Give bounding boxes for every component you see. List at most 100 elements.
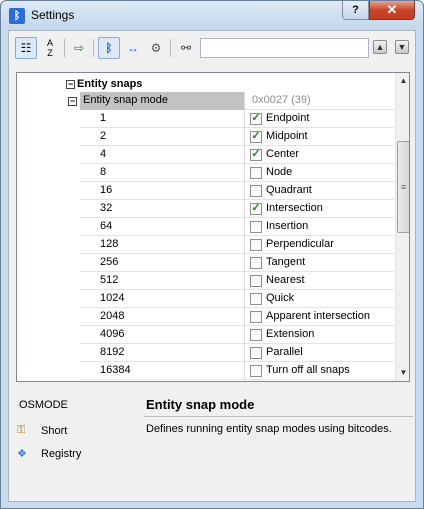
toolbar-separator	[93, 39, 94, 57]
snap-mode-row[interactable]: 4 ✓ Center	[80, 146, 394, 164]
collapse-property-icon[interactable]: −	[68, 97, 77, 106]
checkbox-icon[interactable]	[250, 311, 262, 323]
info-panel: OSMODE ⚿ Short ❖ Registry Entity snap mo…	[9, 389, 415, 501]
close-button[interactable]: ✕	[369, 1, 415, 20]
checkbox-icon[interactable]	[250, 257, 262, 269]
category-header: Entity snaps	[77, 78, 143, 90]
help-button[interactable]: ?	[342, 1, 369, 20]
snap-mode-label: Parallel	[266, 346, 303, 358]
search-down-icon[interactable]: ▼	[395, 40, 409, 54]
fixed-width-icon[interactable]: ↔	[122, 37, 144, 59]
registry-icon: ❖	[17, 448, 27, 460]
categorized-view-icon[interactable]: ☷	[15, 37, 37, 59]
snap-mode-label: Endpoint	[266, 112, 310, 124]
snap-mode-label: Quick	[266, 292, 295, 304]
bit-value: 4	[80, 146, 245, 164]
snap-mode-label: Insertion	[266, 220, 309, 232]
bit-value: 8192	[80, 344, 245, 362]
checkbox-icon[interactable]	[250, 239, 262, 251]
find-binoculars-icon[interactable]: ⚯	[175, 37, 197, 59]
checkbox-icon[interactable]	[250, 293, 262, 305]
description-title: Entity snap mode	[146, 397, 255, 412]
toolbar-separator	[64, 39, 65, 57]
snap-mode-row[interactable]: 1024 Quick	[80, 290, 394, 308]
snap-mode-row[interactable]: 2048 Apparent intersection	[80, 308, 394, 326]
snap-mode-label: Nearest	[266, 274, 305, 286]
search-up-icon[interactable]: ▲	[373, 40, 387, 54]
snap-mode-label: Node	[266, 166, 293, 178]
checkbox-icon[interactable]	[250, 365, 262, 377]
snap-mode-row[interactable]: 128 Perpendicular	[80, 236, 394, 254]
variable-name: OSMODE	[19, 399, 68, 411]
collapse-category-icon[interactable]: −	[66, 80, 75, 89]
description-divider	[144, 416, 413, 417]
short-label: Short	[41, 425, 68, 437]
alphabetical-sort-icon[interactable]: AZ	[39, 37, 61, 59]
snap-mode-label: Turn off all snaps	[266, 364, 350, 376]
window-title: Settings	[31, 8, 75, 22]
bit-value: 64	[80, 218, 245, 236]
snap-mode-label: Extension	[266, 328, 315, 340]
options-gear-icon[interactable]: ⚙	[145, 37, 167, 59]
toolbar: ☷ AZ ⇨ ᛒ ↔ ⚙ ⚯ ▲ ▼	[9, 31, 415, 65]
checkbox-icon[interactable]	[250, 221, 262, 233]
property-value: 0x0027 (39)	[252, 94, 311, 106]
bit-value: 16	[80, 182, 245, 200]
bit-value: 32	[80, 200, 245, 218]
checkbox-icon[interactable]	[250, 275, 262, 287]
title-bar: ᛒ Settings ? ✕	[1, 1, 423, 30]
dialog-body: ☷ AZ ⇨ ᛒ ↔ ⚙ ⚯ ▲ ▼ − Entity snaps − Enti…	[8, 30, 416, 502]
snap-mode-row[interactable]: 4096 Extension	[80, 326, 394, 344]
bit-value: 128	[80, 236, 245, 254]
settings-window: ᛒ Settings ? ✕ ☷ AZ ⇨ ᛒ ↔ ⚙ ⚯ ▲ ▼ − Enti…	[0, 0, 424, 509]
scroll-thumb[interactable]: ≡	[397, 141, 409, 233]
export-icon[interactable]: ⇨	[68, 37, 90, 59]
bit-value: 1024	[80, 290, 245, 308]
snap-mode-row[interactable]: 16 Quadrant	[80, 182, 394, 200]
property-row-entity-snap-mode[interactable]: Entity snap mode 0x0027 (39)	[80, 92, 394, 110]
snap-mode-label: Center	[266, 148, 300, 160]
search-input[interactable]	[200, 38, 369, 58]
scroll-up-icon[interactable]: ▲	[396, 73, 409, 89]
checked-checkbox-icon[interactable]: ✓	[250, 131, 262, 143]
bit-value: 4096	[80, 326, 245, 344]
checkbox-icon[interactable]	[250, 347, 262, 359]
snap-mode-row[interactable]: 64 Insertion	[80, 218, 394, 236]
app-icon: ᛒ	[9, 8, 25, 24]
app-settings-icon[interactable]: ᛒ	[98, 37, 120, 59]
property-rows: Entity snap mode 0x0027 (39) 1 ✓ Endpoint 2…	[80, 92, 394, 380]
property-name: Entity snap mode	[80, 92, 245, 110]
snap-mode-label: Perpendicular	[266, 238, 334, 250]
bit-value: 8	[80, 164, 245, 182]
snap-mode-label: Intersection	[266, 202, 323, 214]
snap-mode-row[interactable]: 32 ✓ Intersection	[80, 200, 394, 218]
description-text: Defines running entity snap modes using …	[146, 423, 392, 435]
snap-mode-row[interactable]: 256 Tangent	[80, 254, 394, 272]
snap-mode-row[interactable]: 8192 Parallel	[80, 344, 394, 362]
checkbox-icon[interactable]	[250, 167, 262, 179]
bit-value: 256	[80, 254, 245, 272]
snap-mode-row[interactable]: 512 Nearest	[80, 272, 394, 290]
checked-checkbox-icon[interactable]: ✓	[250, 203, 262, 215]
checkbox-icon[interactable]	[250, 185, 262, 197]
checked-checkbox-icon[interactable]: ✓	[250, 113, 262, 125]
property-grid: − Entity snaps − Entity snap mode 0x0027…	[16, 72, 410, 382]
snap-mode-label: Quadrant	[266, 184, 312, 196]
snap-mode-row[interactable]: 2 ✓ Midpoint	[80, 128, 394, 146]
toolbar-separator	[170, 39, 171, 57]
bit-value: 2048	[80, 308, 245, 326]
snap-mode-row[interactable]: 1 ✓ Endpoint	[80, 110, 394, 128]
vertical-scrollbar[interactable]: ▲ ≡ ▼	[395, 73, 409, 381]
scroll-down-icon[interactable]: ▼	[396, 365, 409, 381]
snap-mode-label: Midpoint	[266, 130, 308, 142]
checkbox-icon[interactable]	[250, 329, 262, 341]
registry-label: Registry	[41, 448, 82, 460]
bit-value: 1	[80, 110, 245, 128]
snap-mode-row[interactable]: 16384 Turn off all snaps	[80, 362, 394, 380]
bit-value: 512	[80, 272, 245, 290]
snap-mode-row[interactable]: 8 Node	[80, 164, 394, 182]
key-icon: ⚿	[17, 424, 26, 436]
snap-mode-label: Tangent	[266, 256, 306, 268]
checked-checkbox-icon[interactable]: ✓	[250, 149, 262, 161]
bit-value: 16384	[80, 362, 245, 380]
